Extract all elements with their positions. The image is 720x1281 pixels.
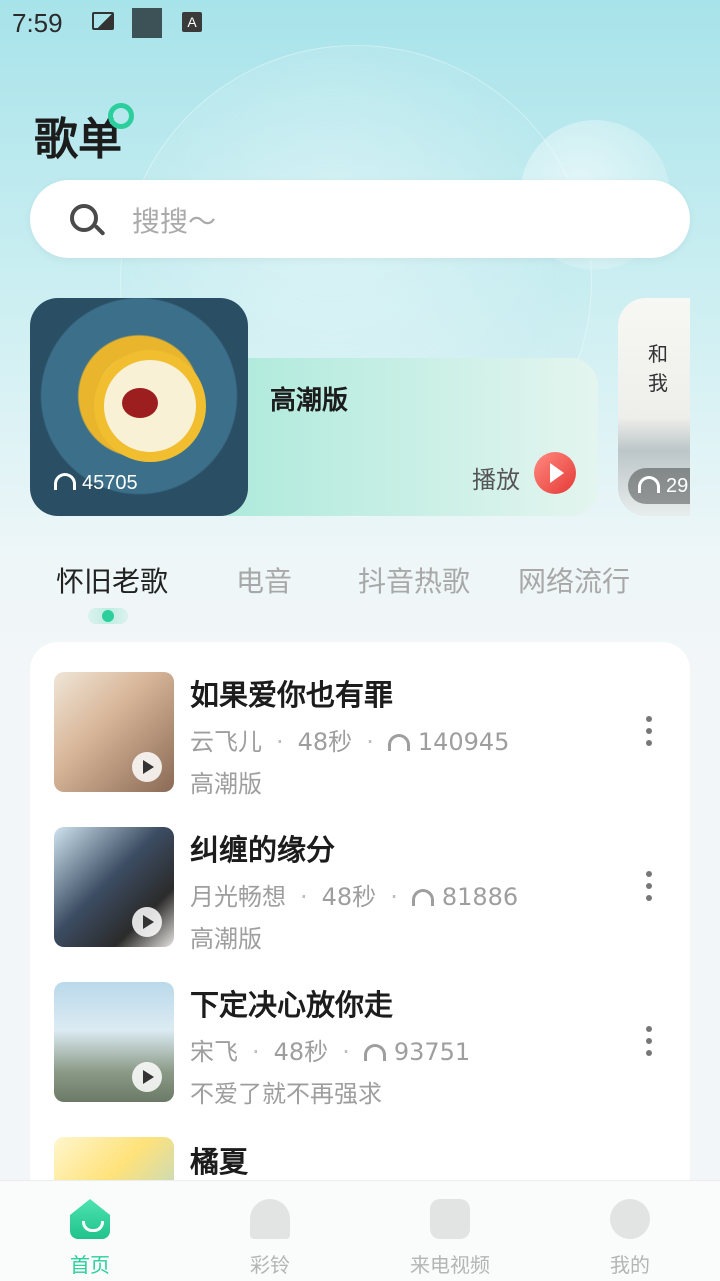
bottom-nav: 首页 彩铃 来电视频 我的 — [0, 1180, 720, 1281]
nav-ringtone[interactable]: 彩铃 — [210, 1181, 330, 1281]
nav-home-label: 首页 — [70, 1253, 110, 1277]
status-bar: 7:59 A — [0, 0, 720, 50]
headphones-icon — [54, 473, 76, 490]
list-item[interactable]: 纠缠的缘分 月光畅想 · 48秒 · 81886 高潮版 — [30, 797, 690, 953]
status-time: 7:59 — [12, 8, 63, 38]
featured-playlist-card-next[interactable]: 和 我 29 — [618, 298, 690, 516]
more-options-icon[interactable] — [646, 871, 652, 905]
nav-profile[interactable]: 我的 — [570, 1181, 690, 1281]
song-cover[interactable] — [54, 672, 174, 792]
home-icon — [70, 1199, 110, 1239]
song-artist: 宋飞 — [190, 1038, 238, 1066]
featured-listen-count: 45705 — [54, 472, 138, 495]
a-icon: A — [182, 12, 202, 32]
play-label[interactable]: 播放 — [472, 460, 520, 495]
nav-home[interactable]: 首页 — [30, 1181, 150, 1281]
nav-profile-label: 我的 — [610, 1253, 650, 1277]
next-listen-count: 29 — [628, 468, 690, 504]
title-decoration-icon — [108, 103, 134, 129]
bell-icon — [250, 1199, 290, 1239]
tab-electronic[interactable]: 电音 — [236, 560, 292, 600]
phone-video-icon — [430, 1199, 470, 1239]
clock-mouth — [122, 388, 158, 418]
play-icon[interactable] — [132, 1062, 162, 1092]
search-icon — [70, 204, 98, 232]
list-item[interactable]: 下定决心放你走 宋飞 · 48秒 · 93751 不爱了就不再强求 — [30, 952, 690, 1108]
song-list: 如果爱你也有罪 云飞儿 · 48秒 · 140945 高潮版 纠缠的缘分 月光畅想 · 48… — [30, 642, 690, 1202]
song-meta: 宋飞 · 48秒 · 93751 — [190, 1038, 471, 1066]
next-cover-text: 和 我 — [648, 342, 668, 395]
tab-nostalgic[interactable]: 怀旧老歌 — [56, 560, 168, 600]
song-subtitle: 不爱了就不再强求 — [190, 1080, 382, 1108]
headphones-icon — [387, 734, 410, 751]
headphones-icon — [411, 889, 434, 906]
song-cover[interactable] — [54, 827, 174, 947]
song-title: 橘夏 — [190, 1145, 249, 1179]
nav-ringtone-label: 彩铃 — [250, 1253, 290, 1277]
song-subtitle: 高潮版 — [190, 770, 262, 798]
song-title: 下定决心放你走 — [190, 988, 394, 1022]
tab-web-pop[interactable]: 网络流行 — [518, 560, 630, 600]
song-meta: 月光畅想 · 48秒 · 81886 — [190, 883, 519, 911]
nav-call-video[interactable]: 来电视频 — [390, 1181, 510, 1281]
song-title: 纠缠的缘分 — [190, 833, 336, 867]
headphones-icon — [638, 476, 660, 493]
song-listens: 93751 — [393, 1038, 471, 1066]
list-item[interactable]: 如果爱你也有罪 云飞儿 · 48秒 · 140945 高潮版 — [30, 642, 690, 798]
featured-playlist-card[interactable]: 45705 高潮版 播放 — [30, 298, 600, 518]
play-button[interactable] — [534, 452, 576, 494]
category-tabs: 怀旧老歌 电音 抖音热歌 网络流行 — [0, 560, 720, 630]
play-icon[interactable] — [132, 907, 162, 937]
song-meta: 云飞儿 · 48秒 · 140945 — [190, 728, 510, 756]
song-duration: 48秒 — [321, 883, 377, 911]
headphones-icon — [363, 1044, 386, 1061]
more-options-icon[interactable] — [646, 716, 652, 750]
song-cover[interactable] — [54, 982, 174, 1102]
song-listens: 140945 — [417, 728, 510, 756]
song-listens: 81886 — [441, 883, 519, 911]
more-options-icon[interactable] — [646, 1026, 652, 1060]
search-bar[interactable]: 搜搜～ — [30, 180, 690, 258]
play-icon[interactable] — [132, 752, 162, 782]
featured-cover-image[interactable]: 45705 — [30, 298, 248, 516]
song-subtitle: 高潮版 — [190, 925, 262, 953]
tab-douyin-hits[interactable]: 抖音热歌 — [358, 560, 470, 600]
featured-title: 高潮版 — [270, 386, 349, 416]
song-artist: 月光畅想 — [190, 883, 286, 911]
profile-icon — [610, 1199, 650, 1239]
image-icon — [92, 12, 114, 30]
song-duration: 48秒 — [297, 728, 353, 756]
search-placeholder: 搜搜～ — [132, 205, 217, 238]
square-icon — [132, 8, 162, 38]
nav-call-video-label: 来电视频 — [410, 1253, 490, 1277]
song-artist: 云飞儿 — [190, 728, 262, 756]
song-title: 如果爱你也有罪 — [190, 678, 394, 712]
song-duration: 48秒 — [273, 1038, 329, 1066]
tab-active-indicator — [88, 608, 128, 624]
